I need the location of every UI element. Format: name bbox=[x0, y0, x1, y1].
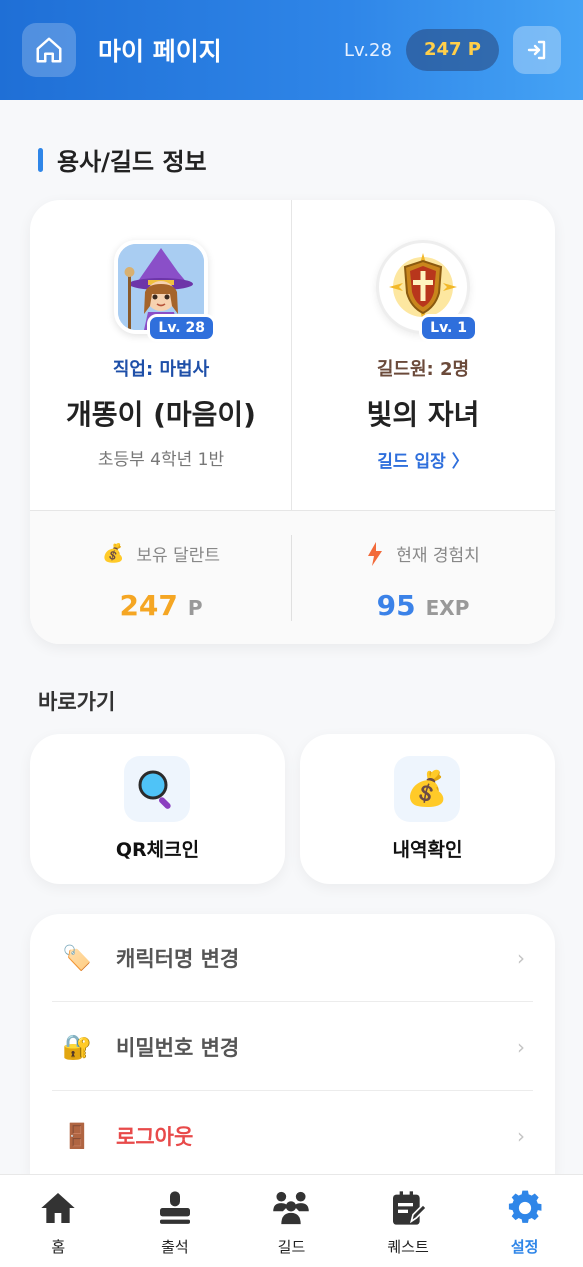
history-button[interactable]: 💰 내역확인 bbox=[300, 734, 555, 884]
users-icon bbox=[273, 1191, 310, 1225]
profile-card: Lv. 28 직업: 마법사 개똥이 (마음이) 초등부 4학년 1반 Lv. … bbox=[30, 200, 555, 644]
talent-label: 보유 달란트 bbox=[136, 546, 221, 566]
nav-guild[interactable]: 길드 bbox=[233, 1175, 350, 1267]
talent-unit: P bbox=[187, 596, 203, 620]
qr-checkin-button[interactable]: QR체크인 bbox=[30, 734, 285, 884]
guild-enter-link[interactable]: 길드 입장 〉 bbox=[292, 447, 554, 472]
shortcuts-title: 바로가기 bbox=[38, 690, 116, 714]
logout-button[interactable] bbox=[513, 26, 561, 74]
guild-name: 빛의 자녀 bbox=[366, 398, 480, 431]
top-header: 마이 페이지 Lv.28 247 P bbox=[0, 0, 583, 100]
exp-label: 현재 경험치 bbox=[396, 546, 480, 566]
bottom-nav: 홈 출석 길드 퀘스트 설정 bbox=[0, 1174, 583, 1267]
page-title: 마이 페이지 bbox=[98, 37, 222, 66]
exp-unit: EXP bbox=[425, 596, 470, 620]
nav-home[interactable]: 홈 bbox=[0, 1175, 117, 1267]
guild-panel: Lv. 1 길드원: 2명 빛의 자녀 길드 입장 〉 bbox=[292, 200, 554, 510]
logout-icon bbox=[527, 40, 546, 60]
door-icon: 🚪 bbox=[62, 1122, 92, 1150]
user-level: Lv.28 bbox=[344, 39, 392, 61]
chevron-right-icon: › bbox=[517, 1034, 525, 1059]
exp-value: 95 bbox=[376, 589, 416, 622]
clipboard-edit-icon bbox=[393, 1191, 428, 1225]
home-icon bbox=[41, 1193, 75, 1223]
stamp-icon bbox=[159, 1191, 190, 1224]
hero-level-badge: Lv. 28 bbox=[147, 314, 216, 342]
hero-panel: Lv. 28 직업: 마법사 개똥이 (마음이) 초등부 4학년 1반 bbox=[30, 200, 292, 510]
nav-settings[interactable]: 설정 bbox=[466, 1175, 583, 1267]
hero-name: 개똥이 (마음이) bbox=[66, 398, 256, 431]
magnifier-icon bbox=[138, 770, 171, 809]
talent-stat: 💰 보유 달란트 247 P bbox=[30, 511, 292, 644]
nav-attendance-label: 출석 bbox=[161, 1238, 189, 1256]
gear-icon bbox=[508, 1190, 542, 1223]
qr-checkin-label: QR체크인 bbox=[115, 839, 200, 861]
logout-label: 로그아웃 bbox=[116, 1125, 194, 1149]
settings-menu: 🏷️ 캐릭터명 변경 › 🔐 비밀번호 변경 › 🚪 로그아웃 › bbox=[30, 914, 555, 1176]
points-badge: 247 P bbox=[405, 29, 499, 71]
history-label: 내역확인 bbox=[392, 839, 463, 861]
nav-quest[interactable]: 퀘스트 bbox=[350, 1175, 467, 1267]
home-button[interactable] bbox=[22, 23, 76, 77]
nav-guild-label: 길드 bbox=[277, 1238, 306, 1256]
lightning-icon bbox=[368, 541, 383, 566]
menu-item-password[interactable]: 🔐 비밀번호 변경 › bbox=[52, 1003, 533, 1091]
chevron-right-icon: › bbox=[517, 945, 525, 970]
money-bag-icon: 💰 bbox=[101, 543, 125, 564]
money-bag-icon: 💰 bbox=[405, 769, 449, 809]
hero-job: 직업: 마법사 bbox=[112, 359, 210, 380]
menu-item-rename[interactable]: 🏷️ 캐릭터명 변경 › bbox=[52, 914, 533, 1002]
guild-level-badge: Lv. 1 bbox=[419, 314, 478, 342]
tag-icon: 🏷️ bbox=[62, 943, 92, 972]
section-accent-bar bbox=[38, 147, 43, 172]
nav-attendance[interactable]: 출석 bbox=[117, 1175, 234, 1267]
section-title-text: 용사/길드 정보 bbox=[57, 148, 207, 176]
section-title: 용사/길드 정보 bbox=[38, 142, 207, 177]
talent-value: 247 bbox=[119, 589, 178, 622]
nav-settings-label: 설정 bbox=[510, 1238, 539, 1256]
hero-class: 초등부 4학년 1반 bbox=[97, 450, 225, 470]
chevron-right-icon: › bbox=[517, 1124, 525, 1148]
nav-quest-label: 퀘스트 bbox=[387, 1238, 429, 1256]
home-icon bbox=[36, 37, 62, 63]
lock-icon: 🔐 bbox=[62, 1032, 92, 1061]
nav-home-label: 홈 bbox=[51, 1238, 66, 1256]
rename-label: 캐릭터명 변경 bbox=[116, 946, 240, 971]
menu-item-logout[interactable]: 🚪 로그아웃 › bbox=[52, 1092, 533, 1176]
exp-stat: 현재 경험치 95 EXP bbox=[292, 511, 554, 644]
password-label: 비밀번호 변경 bbox=[116, 1035, 240, 1060]
guild-member-count: 길드원: 2명 bbox=[376, 359, 470, 380]
